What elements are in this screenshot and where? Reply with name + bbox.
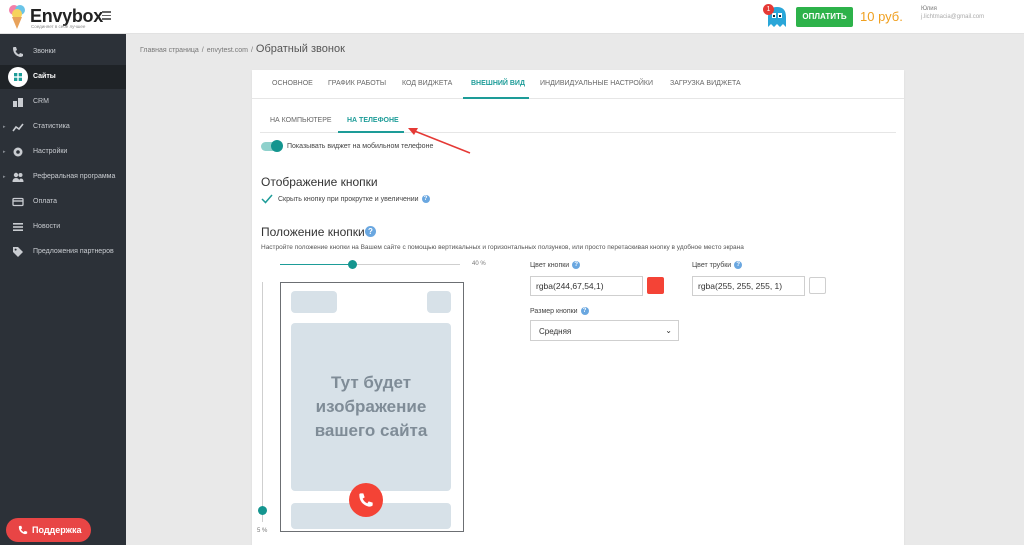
- help-icon[interactable]: ?: [365, 226, 376, 237]
- sidebar-item-referral[interactable]: ▸ Реферальная программа: [0, 165, 126, 189]
- tube-color-input[interactable]: [692, 276, 805, 296]
- vertical-position-slider[interactable]: [258, 282, 267, 522]
- page-title: Обратный звонок: [255, 43, 345, 55]
- sidebar-item-news[interactable]: Новости: [0, 215, 126, 239]
- list-icon: [13, 223, 23, 231]
- checkmark-icon[interactable]: [261, 194, 273, 204]
- callback-widget-button[interactable]: [349, 483, 383, 517]
- button-color-label: Цвет кнопки?: [530, 261, 581, 269]
- chart-icon: [12, 123, 24, 132]
- horizontal-slider-handle[interactable]: [347, 260, 357, 269]
- tube-color-label: Цвет трубки?: [692, 261, 743, 269]
- expand-arrow-icon: ▸: [3, 174, 6, 180]
- sidebar-item-settings[interactable]: ▸ Настройки: [0, 140, 126, 164]
- gear-icon: [13, 147, 23, 157]
- vertical-position-value: 5 %: [257, 528, 268, 534]
- sidebar-item-sites[interactable]: Сайты: [0, 65, 126, 89]
- tab-bar: ОСНОВНОЕ ГРАФИК РАБОТЫ КОД ВИДЖЕТА ВНЕШН…: [252, 70, 904, 99]
- notifications-ghost-icon[interactable]: 1: [763, 4, 788, 29]
- sidebar-item-statistics[interactable]: ▸ Статистика: [0, 115, 126, 139]
- tab-appearance[interactable]: ВНЕШНИЙ ВИД: [471, 80, 525, 87]
- button-display-title: Отображение кнопки: [261, 175, 378, 189]
- button-position-description: Настройте положение кнопки на Вашем сайт…: [261, 244, 744, 251]
- expand-arrow-icon: ▸: [3, 124, 6, 130]
- phone-preview: Тут будет изображение вашего сайта: [280, 282, 464, 532]
- vertical-slider-handle[interactable]: [258, 505, 267, 515]
- pay-button[interactable]: ОПЛАТИТЬ: [796, 7, 853, 27]
- help-icon[interactable]: ?: [580, 307, 589, 315]
- balance-amount: 10 руб.: [860, 9, 903, 24]
- horizontal-position-value: 40 %: [472, 261, 486, 267]
- active-subtab-indicator: [338, 131, 404, 133]
- user-name[interactable]: Юлия: [921, 6, 937, 12]
- button-size-select[interactable]: Средняя ⌄: [530, 320, 679, 341]
- support-button[interactable]: Поддержка: [6, 518, 91, 542]
- tab-widget-upload[interactable]: ЗАГРУЗКА ВИДЖЕТА: [670, 80, 741, 87]
- help-icon[interactable]: ?: [572, 261, 581, 269]
- tab-individual-settings[interactable]: ИНДИВИДУАЛЬНЫЕ НАСТРОЙКИ: [540, 80, 653, 87]
- subtab-bar: НА КОМПЬЮТЕРЕ НА ТЕЛЕФОНЕ: [260, 113, 896, 133]
- subtab-desktop[interactable]: НА КОМПЬЮТЕРЕ: [270, 117, 332, 124]
- tab-widget-code[interactable]: КОД ВИДЖЕТА: [402, 80, 452, 87]
- help-icon[interactable]: ?: [734, 261, 743, 269]
- preview-placeholder-block: [291, 291, 337, 313]
- button-position-title: Положение кнопки: [261, 225, 365, 239]
- ice-cream-icon: [9, 5, 25, 29]
- breadcrumb: Главная страница / envytest.com / Обратный з…: [140, 43, 345, 55]
- sidebar-item-payment[interactable]: Оплата: [0, 190, 126, 214]
- subtab-phone[interactable]: НА ТЕЛЕФОНЕ: [347, 117, 399, 124]
- tag-icon: [13, 247, 23, 257]
- tube-color-swatch[interactable]: [809, 277, 826, 294]
- button-color-swatch[interactable]: [647, 277, 664, 294]
- notification-badge: 1: [763, 4, 774, 15]
- phone-icon: [359, 493, 373, 507]
- phone-icon: [18, 525, 28, 535]
- tab-main[interactable]: ОСНОВНОЕ: [272, 80, 313, 87]
- card-icon: [12, 197, 24, 207]
- hide-button-checkbox-label: Скрыть кнопку при прокрутке и увеличении…: [278, 195, 430, 203]
- menu-toggle-icon[interactable]: [102, 11, 111, 20]
- sidebar-item-calls[interactable]: Звонки: [0, 40, 126, 64]
- users-icon: [12, 172, 24, 182]
- button-size-label: Размер кнопки?: [530, 307, 589, 315]
- brand-tagline: Соединяет в себе лучшее: [31, 24, 86, 29]
- horizontal-position-slider[interactable]: [280, 260, 460, 269]
- mobile-widget-toggle[interactable]: [261, 140, 283, 152]
- crm-icon: [13, 98, 23, 107]
- tab-schedule[interactable]: ГРАФИК РАБОТЫ: [328, 80, 386, 87]
- expand-arrow-icon: ▸: [3, 149, 6, 155]
- annotation-arrow-icon: [408, 128, 471, 154]
- settings-panel: ОСНОВНОЕ ГРАФИК РАБОТЫ КОД ВИДЖЕТА ВНЕШН…: [252, 70, 904, 545]
- active-tab-indicator: [463, 97, 529, 99]
- button-color-input[interactable]: [530, 276, 643, 296]
- breadcrumb-site[interactable]: envytest.com: [207, 47, 248, 54]
- preview-placeholder-block: [427, 291, 451, 313]
- breadcrumb-home[interactable]: Главная страница: [140, 47, 199, 54]
- phone-icon: [13, 47, 23, 57]
- sidebar-item-partner-offers[interactable]: Предложения партнеров: [0, 240, 126, 264]
- sidebar: Звонки Сайты CRM ▸ Статистика ▸ Настройк…: [0, 34, 126, 545]
- top-bar: Envybox Соединяет в себе лучшее 1 ОПЛАТИ…: [0, 0, 1024, 34]
- sidebar-item-crm[interactable]: CRM: [0, 90, 126, 114]
- grid-icon: [14, 73, 22, 81]
- help-icon[interactable]: ?: [421, 195, 430, 203]
- preview-placeholder-text: Тут будет изображение вашего сайта: [314, 373, 428, 440]
- user-email[interactable]: j.lichtmacia@gmail.com: [921, 14, 984, 20]
- chevron-down-icon: ⌄: [665, 326, 672, 335]
